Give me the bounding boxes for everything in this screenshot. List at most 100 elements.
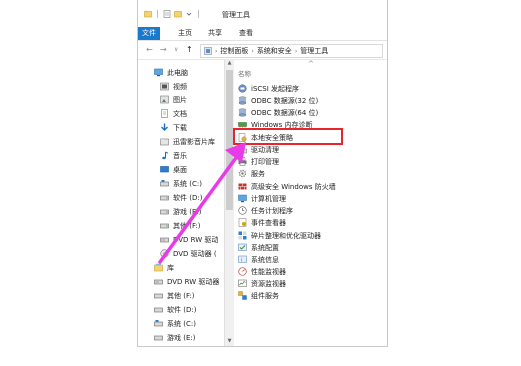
nav-item-drive-c-root[interactable]: 系统 (C:) bbox=[154, 317, 196, 330]
explorer-window: 管理工具 文件 主页 共享 查看 ← → ∨ ↑ › 控制面板 › 系统和安全 … bbox=[137, 0, 388, 347]
nav-item-pictures[interactable]: 图片 bbox=[160, 93, 187, 106]
tab-file[interactable]: 文件 bbox=[138, 27, 160, 40]
iscsi-icon bbox=[238, 84, 247, 93]
system-info-icon: i bbox=[238, 255, 247, 264]
desktop-icon bbox=[160, 165, 169, 174]
drive-icon bbox=[160, 221, 169, 230]
sort-caret-icon: ^ bbox=[308, 60, 314, 68]
file-item-odbc-32[interactable]: ODBC 数据源(32 位) bbox=[238, 95, 318, 106]
file-item-iscsi[interactable]: iSCSI 发起程序 bbox=[238, 83, 299, 94]
column-header-name[interactable]: 名称 bbox=[238, 68, 251, 78]
nav-item-drive-f-root[interactable]: 其他 (F:) bbox=[154, 289, 195, 302]
file-item-resource-monitor[interactable]: 资源监视器 bbox=[238, 278, 286, 289]
services-icon bbox=[238, 169, 247, 178]
folder-app-icon[interactable] bbox=[144, 10, 152, 18]
file-item-print-management[interactable]: 打印管理 bbox=[238, 156, 279, 167]
file-item-services[interactable]: 服务 bbox=[238, 168, 265, 179]
address-bar[interactable]: › 控制面板 › 系统和安全 › 管理工具 bbox=[200, 44, 383, 58]
breadcrumb-separator-icon: › bbox=[294, 47, 298, 55]
nav-item-dvd-rw[interactable]: DVD RW 驱动 bbox=[160, 233, 218, 246]
ribbon-tabs: 文件 主页 共享 查看 bbox=[138, 27, 387, 41]
file-item-defragment[interactable]: 碎片整理和优化驱动器 bbox=[238, 230, 321, 241]
pictures-folder-icon bbox=[160, 95, 169, 104]
file-item-task-scheduler[interactable]: 任务计划程序 bbox=[238, 205, 293, 216]
tab-view[interactable]: 查看 bbox=[231, 27, 261, 40]
file-item-firewall[interactable]: 高级安全 Windows 防火墙 bbox=[238, 181, 336, 192]
scroll-up-icon[interactable]: ▲ bbox=[225, 60, 234, 68]
nav-item-desktop[interactable]: 桌面 bbox=[160, 163, 187, 176]
file-item-odbc-64[interactable]: ODBC 数据源(64 位) bbox=[238, 107, 318, 118]
file-item-computer-management[interactable]: 计算机管理 bbox=[238, 193, 286, 204]
scroll-thumb[interactable] bbox=[226, 70, 233, 210]
nav-item-videos[interactable]: 视频 bbox=[160, 80, 187, 93]
tab-share[interactable]: 共享 bbox=[200, 27, 230, 40]
navigation-pane: 此电脑 视频 图片 文档 下载 迅雷影音片库 音乐 桌面 系统 (C:) 软件 … bbox=[138, 60, 224, 346]
nav-item-xunlei-library[interactable]: 迅雷影音片库 bbox=[160, 135, 215, 148]
nav-item-dvd-drive[interactable]: DVD 驱动器 ( bbox=[160, 247, 217, 260]
recent-chevron-icon[interactable]: ∨ bbox=[174, 46, 178, 53]
toolbar-divider bbox=[157, 10, 158, 18]
navigation-scrollbar[interactable]: ▲ ▼ bbox=[224, 60, 234, 346]
drive-icon bbox=[154, 291, 163, 300]
performance-icon bbox=[238, 267, 247, 276]
drive-icon bbox=[154, 305, 163, 314]
video-folder-icon bbox=[160, 82, 169, 91]
component-services-icon bbox=[238, 291, 247, 300]
download-icon bbox=[160, 123, 169, 132]
nav-item-dvd-rw-root[interactable]: DVD RW 驱动器 bbox=[154, 275, 219, 288]
address-bar-row: ← → ∨ ↑ › 控制面板 › 系统和安全 › 管理工具 bbox=[138, 41, 387, 60]
task-scheduler-icon bbox=[238, 206, 247, 215]
back-arrow-icon[interactable]: ← bbox=[146, 45, 153, 54]
nav-item-drive-e-root[interactable]: 游戏 (E:) bbox=[154, 331, 195, 344]
file-item-drive-cleanup[interactable]: 驱动清理 bbox=[238, 144, 279, 155]
print-icon bbox=[238, 157, 247, 166]
nav-item-music[interactable]: 音乐 bbox=[160, 149, 187, 162]
nav-item-drive-d[interactable]: 软件 (D:) bbox=[160, 191, 202, 204]
dvd-drive-icon bbox=[160, 249, 169, 258]
file-item-component-services[interactable]: 组件服务 bbox=[238, 290, 279, 301]
nav-item-drive-f[interactable]: 其他 (F:) bbox=[160, 219, 201, 232]
odbc-icon bbox=[238, 108, 247, 117]
file-item-system-information[interactable]: i 系统信息 bbox=[238, 254, 279, 265]
up-arrow-icon[interactable]: ↑ bbox=[186, 45, 193, 54]
breadcrumb-system-security[interactable]: 系统和安全 bbox=[257, 46, 292, 56]
chevron-down-icon[interactable] bbox=[185, 10, 193, 18]
new-folder-icon[interactable] bbox=[174, 10, 182, 18]
nav-item-drive-d-root[interactable]: 软件 (D:) bbox=[154, 303, 196, 316]
scroll-down-icon[interactable]: ▼ bbox=[225, 338, 234, 346]
nav-item-this-pc[interactable]: 此电脑 bbox=[154, 66, 188, 79]
highlight-box bbox=[233, 128, 343, 145]
drive-icon bbox=[160, 179, 169, 188]
dvd-drive-icon bbox=[154, 277, 163, 286]
control-panel-icon bbox=[204, 47, 212, 55]
breadcrumb-separator-icon: › bbox=[251, 47, 254, 55]
breadcrumb-control-panel[interactable]: 控制面板 bbox=[220, 46, 248, 56]
computer-icon bbox=[154, 68, 163, 77]
odbc-icon bbox=[238, 96, 247, 105]
window-title: 管理工具 bbox=[222, 11, 250, 19]
computer-management-icon bbox=[238, 194, 247, 203]
breadcrumb-admin-tools[interactable]: 管理工具 bbox=[300, 46, 328, 56]
nav-item-documents[interactable]: 文档 bbox=[160, 107, 187, 120]
nav-item-libraries[interactable]: 库 bbox=[154, 261, 174, 274]
dvd-drive-icon bbox=[160, 235, 169, 244]
nav-item-drive-e[interactable]: 游戏 (E:) bbox=[160, 205, 201, 218]
file-item-event-viewer[interactable]: 事件查看器 bbox=[238, 217, 286, 228]
nav-item-drive-c[interactable]: 系统 (C:) bbox=[160, 177, 202, 190]
folder-icon bbox=[160, 137, 169, 146]
nav-item-downloads[interactable]: 下载 bbox=[160, 121, 187, 134]
defrag-icon bbox=[238, 231, 247, 240]
title-bar: 管理工具 bbox=[138, 0, 387, 27]
drive-icon bbox=[160, 207, 169, 216]
file-item-system-configuration[interactable]: 系统配置 bbox=[238, 242, 279, 253]
svg-text:i: i bbox=[241, 257, 242, 263]
file-item-performance-monitor[interactable]: 性能监视器 bbox=[238, 266, 286, 277]
tab-home[interactable]: 主页 bbox=[170, 27, 200, 40]
firewall-icon bbox=[238, 182, 247, 191]
drive-icon bbox=[154, 333, 163, 342]
forward-arrow-icon[interactable]: → bbox=[160, 45, 167, 54]
quick-access-toolbar bbox=[144, 10, 201, 18]
properties-icon[interactable] bbox=[163, 10, 171, 18]
music-icon bbox=[160, 151, 169, 160]
file-list-pane: ^ 名称 iSCSI 发起程序 ODBC 数据源(32 位) ODBC 数据源(… bbox=[234, 60, 387, 346]
